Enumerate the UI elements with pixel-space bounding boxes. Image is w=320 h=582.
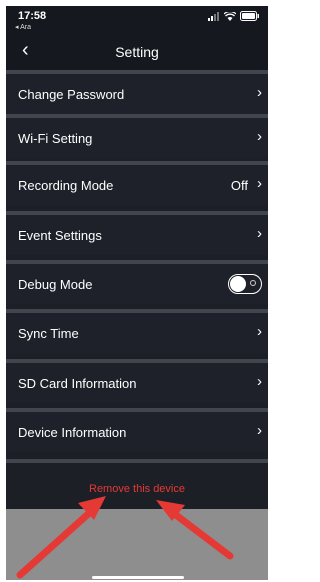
bottom-blank-area — [6, 509, 268, 580]
settings-item-label: Change Password — [18, 87, 125, 102]
chevron-right-icon: › — [257, 323, 262, 340]
status-time: 17:58 — [18, 10, 47, 22]
settings-item-recording-mode[interactable]: Recording Mode Off › — [6, 161, 268, 205]
settings-item-debug-mode: Debug Mode — [6, 260, 268, 304]
chevron-right-icon: › — [257, 422, 262, 439]
chevron-right-icon: › — [257, 373, 262, 390]
chevron-right-icon: › — [257, 84, 262, 101]
battery-icon — [240, 11, 259, 21]
settings-item-label: Recording Mode — [18, 178, 114, 193]
remove-device-section: Remove this device — [6, 459, 268, 509]
recording-mode-value: Off — [230, 178, 248, 193]
toggle-knob — [230, 276, 246, 292]
phone-screen: 17:58 ◂ Ara ‹ Setting Change Password › … — [6, 6, 268, 580]
wifi-icon — [224, 12, 236, 21]
settings-item-label: Wi-Fi Setting — [18, 131, 93, 146]
debug-mode-toggle[interactable] — [228, 274, 262, 294]
settings-item-label: Device Information — [18, 425, 127, 440]
settings-item-label: Sync Time — [18, 326, 79, 341]
settings-item-label: Event Settings — [18, 228, 102, 243]
settings-item-event-settings[interactable]: Event Settings › — [6, 211, 268, 255]
toggle-off-indicator-icon — [250, 280, 256, 286]
settings-item-device-information[interactable]: Device Information › — [6, 408, 268, 452]
settings-item-sync-time[interactable]: Sync Time › — [6, 309, 268, 353]
home-indicator[interactable] — [92, 576, 184, 579]
settings-item-label: SD Card Information — [18, 376, 137, 391]
chevron-right-icon: › — [257, 175, 262, 192]
signal-icon — [208, 12, 219, 21]
settings-item-wifi-setting[interactable]: Wi-Fi Setting › — [6, 114, 268, 158]
settings-item-sd-card-information[interactable]: SD Card Information › — [6, 359, 268, 403]
settings-item-label: Debug Mode — [18, 277, 93, 292]
page-title: Setting — [115, 44, 159, 60]
settings-item-change-password[interactable]: Change Password › — [6, 70, 268, 114]
chevron-right-icon: › — [257, 225, 262, 242]
status-bar: 17:58 ◂ Ara — [6, 6, 268, 34]
back-to-app-link[interactable]: ◂ Ara — [15, 23, 31, 31]
navigation-bar: ‹ Setting — [6, 34, 268, 70]
chevron-right-icon: › — [257, 128, 262, 145]
system-icons — [208, 11, 260, 21]
remove-device-button[interactable]: Remove this device — [6, 483, 268, 495]
